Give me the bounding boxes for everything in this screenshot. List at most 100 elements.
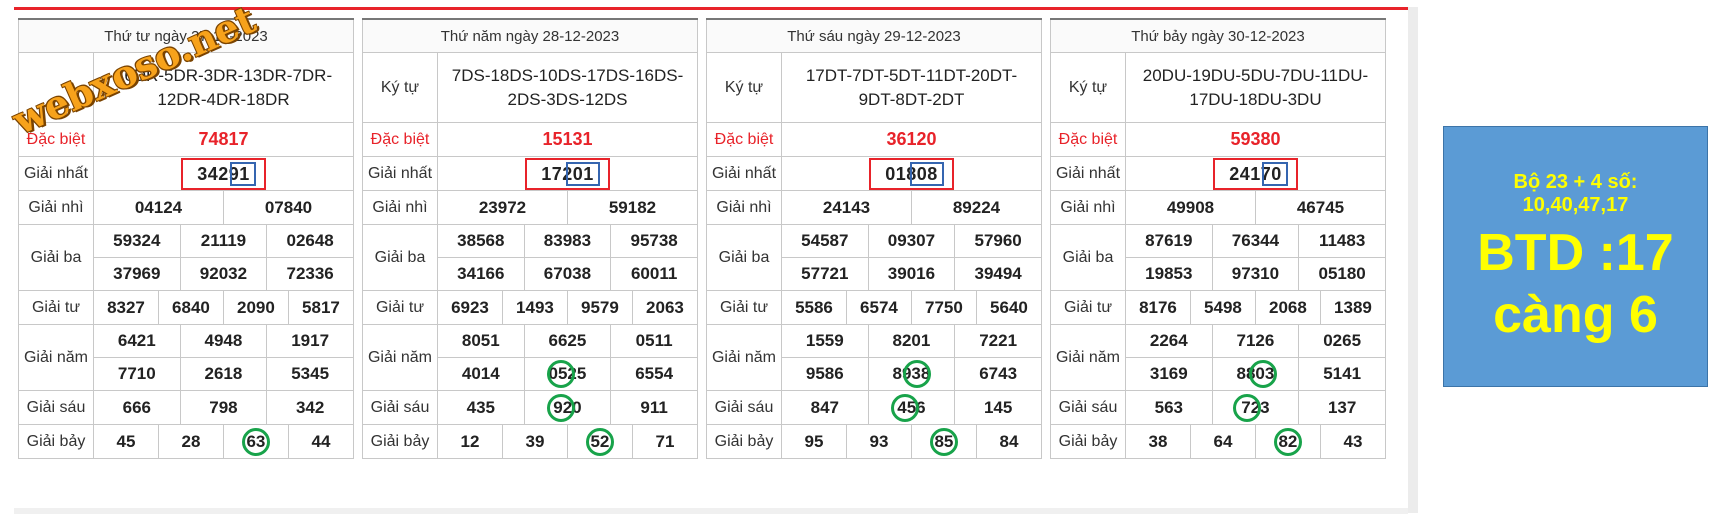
ba-value: 11483 bbox=[1298, 224, 1386, 258]
tu-value: 5817 bbox=[287, 290, 355, 325]
nam-value: 2618 bbox=[204, 364, 243, 383]
ba-value: 59324 bbox=[93, 224, 181, 258]
nam-value: 4948 bbox=[179, 324, 268, 358]
ba-value: 09307 bbox=[867, 224, 956, 258]
dacbiet-label: Đặc biệt bbox=[1050, 122, 1126, 157]
green-circle-mark bbox=[929, 427, 958, 456]
nam-value: 0511 bbox=[610, 324, 698, 358]
nhi-value: 49908 bbox=[1125, 190, 1256, 225]
nam-value: 6421 bbox=[93, 324, 181, 358]
result-board: Thứ sáu ngày 29-12-2023 Ký tự 17DT-7DT-5… bbox=[706, 18, 1043, 459]
nam-value: 4014 bbox=[437, 357, 525, 391]
nam-value: 9586 bbox=[781, 357, 869, 391]
bay-value: 44 bbox=[287, 424, 355, 459]
tu-label: Giải tư bbox=[362, 290, 438, 325]
ba-value: 87619 bbox=[1125, 224, 1213, 258]
green-circle-mark bbox=[1249, 360, 1278, 388]
ba-value: 34166 bbox=[437, 257, 525, 291]
sau-value: 911 bbox=[610, 390, 698, 425]
tu-value: 5586 bbox=[781, 290, 847, 325]
tu-value: 2068 bbox=[1254, 290, 1321, 325]
bay-value: 95 bbox=[781, 424, 847, 459]
ba-value: 57721 bbox=[781, 257, 869, 291]
kytu-label: Ký tự bbox=[362, 52, 438, 123]
nam-value: 1917 bbox=[266, 324, 354, 358]
ba-value: 05180 bbox=[1298, 257, 1386, 291]
ba-value: 97310 bbox=[1211, 257, 1300, 291]
nam-value-circled: 8938 bbox=[867, 357, 956, 391]
tu-label: Giải tư bbox=[18, 290, 94, 325]
prediction-big-1: BTD :17 bbox=[1477, 224, 1674, 282]
nam-value-circled: 2618 bbox=[179, 357, 268, 391]
right-shadow bbox=[1408, 7, 1418, 513]
ba-value: 39494 bbox=[954, 257, 1042, 291]
ba-value: 92032 bbox=[179, 257, 268, 291]
nam-value: 8201 bbox=[867, 324, 956, 358]
nhi-label: Giải nhì bbox=[362, 190, 438, 225]
kytu-value: 20DU-19DU-5DU-7DU-11DU-17DU-18DU-3DU bbox=[1125, 52, 1386, 123]
tu-value: 2090 bbox=[222, 290, 289, 325]
sau-label: Giải sáu bbox=[362, 390, 438, 425]
tu-label: Giải tư bbox=[706, 290, 782, 325]
nam-value: 1559 bbox=[781, 324, 869, 358]
result-board: Thứ bảy ngày 30-12-2023 Ký tự 20DU-19DU-… bbox=[1050, 18, 1387, 459]
nhat-label: Giải nhất bbox=[706, 156, 782, 191]
ba-value: 21119 bbox=[179, 224, 268, 258]
nhat-cell: 17201 bbox=[437, 156, 698, 191]
green-circle-mark bbox=[547, 360, 576, 388]
nhi-label: Giải nhì bbox=[1050, 190, 1126, 225]
nam-value: 7126 bbox=[1211, 324, 1300, 358]
tu-value: 1493 bbox=[501, 290, 568, 325]
tu-value: 5640 bbox=[975, 290, 1043, 325]
bay-label: Giải bảy bbox=[1050, 424, 1126, 459]
bay-value-circled: 52 bbox=[566, 424, 633, 459]
ba-value: 95738 bbox=[610, 224, 698, 258]
kytu-value: 17DT-7DT-5DT-11DT-20DT-9DT-8DT-2DT bbox=[781, 52, 1042, 123]
tu-label: Giải tư bbox=[1050, 290, 1126, 325]
tu-value: 9579 bbox=[566, 290, 633, 325]
ba-value: 19853 bbox=[1125, 257, 1213, 291]
ba-label: Giải ba bbox=[1050, 224, 1126, 291]
bay-value: 39 bbox=[501, 424, 568, 459]
ba-value: 37969 bbox=[93, 257, 181, 291]
nam-value: 0265 bbox=[1298, 324, 1386, 358]
green-circle-mark bbox=[903, 360, 932, 388]
ba-value: 39016 bbox=[867, 257, 956, 291]
tu-value: 8176 bbox=[1125, 290, 1191, 325]
bay-value: 71 bbox=[631, 424, 699, 459]
nhi-value: 46745 bbox=[1254, 190, 1387, 225]
nam-value-circled: 0525 bbox=[523, 357, 612, 391]
nhat-inner-box bbox=[909, 161, 944, 186]
tu-value: 6574 bbox=[845, 290, 912, 325]
nhi-value: 23972 bbox=[437, 190, 568, 225]
ba-value: 38568 bbox=[437, 224, 525, 258]
ba-label: Giải ba bbox=[18, 224, 94, 291]
nhi-value: 24143 bbox=[781, 190, 912, 225]
bay-value: 12 bbox=[437, 424, 503, 459]
nam-value: 3169 bbox=[1125, 357, 1213, 391]
board-date: Thứ bảy ngày 30-12-2023 bbox=[1050, 18, 1386, 53]
bay-value-circled: 63 bbox=[222, 424, 289, 459]
ba-value: 76344 bbox=[1211, 224, 1300, 258]
dacbiet-value: 74817 bbox=[93, 122, 354, 157]
nhat-highlight-box: 17201 bbox=[525, 157, 610, 190]
green-circle-mark bbox=[1233, 393, 1262, 422]
nhat-highlight-box: 01808 bbox=[869, 157, 954, 190]
sau-label: Giải sáu bbox=[18, 390, 94, 425]
nhat-inner-box bbox=[1261, 161, 1288, 186]
ba-value: 67038 bbox=[523, 257, 612, 291]
green-circle-mark bbox=[241, 427, 270, 456]
prediction-line2: 10,40,47,17 bbox=[1522, 194, 1629, 216]
nhat-cell: 01808 bbox=[781, 156, 1042, 191]
result-board: Thứ năm ngày 28-12-2023 Ký tự 7DS-18DS-1… bbox=[362, 18, 699, 459]
nhat-highlight-box: 24170 bbox=[1213, 157, 1298, 190]
nhi-value: 89224 bbox=[910, 190, 1043, 225]
nam-value: 7710 bbox=[93, 357, 181, 391]
bay-value: 45 bbox=[93, 424, 159, 459]
tu-value: 7750 bbox=[910, 290, 977, 325]
nam-value: 8051 bbox=[437, 324, 525, 358]
nhi-label: Giải nhì bbox=[706, 190, 782, 225]
ba-label: Giải ba bbox=[706, 224, 782, 291]
nam-value-circled: 8803 bbox=[1211, 357, 1300, 391]
bay-value: 38 bbox=[1125, 424, 1191, 459]
